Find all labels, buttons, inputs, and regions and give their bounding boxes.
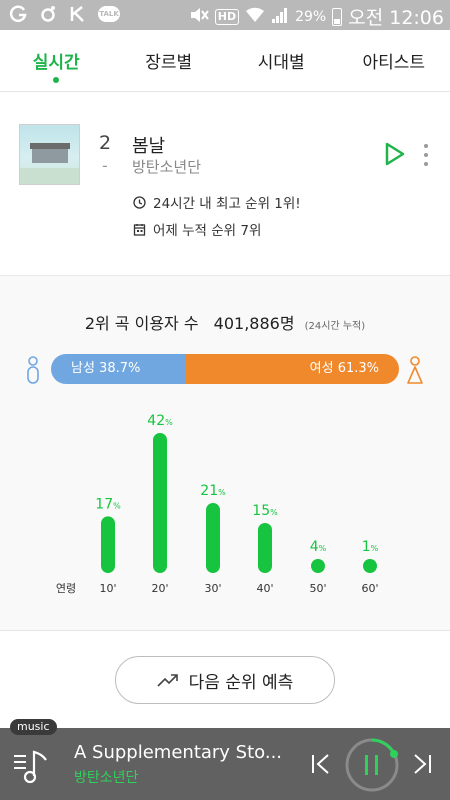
more-options-button[interactable] <box>420 144 432 166</box>
more-dot <box>424 162 428 166</box>
mini-player: A Supplementary Sto... 방탄소년단 <box>0 728 450 800</box>
tab-realtime[interactable]: 실시간 <box>0 30 113 91</box>
album-cover[interactable] <box>19 124 80 185</box>
clock: 오전 12:06 <box>348 7 444 29</box>
kakaotalk-icon: TALK <box>98 6 120 22</box>
male-ratio: 남성 38.7% <box>51 354 186 384</box>
yesterday-rank-text: 어제 누적 순위 7위 <box>153 223 262 239</box>
next-track-icon[interactable] <box>410 752 434 776</box>
age-bar <box>153 433 167 573</box>
age-bar-value: 42% <box>147 413 173 429</box>
age-bar-value: 4% <box>310 539 327 555</box>
play-icon <box>385 142 405 166</box>
predict-label: 다음 순위 예측 <box>188 672 294 693</box>
wifi-icon <box>245 6 265 28</box>
tab-label: 시대별 <box>257 53 305 73</box>
playlist-menu-icon[interactable] <box>12 746 52 786</box>
age-axis-label: 연령 <box>56 582 76 595</box>
male-icon <box>27 356 39 384</box>
age-tick-label: 10' <box>99 582 116 595</box>
age-bar <box>311 559 325 573</box>
age-bar <box>258 523 272 573</box>
age-bar-value: 17% <box>95 496 121 512</box>
music-tag: music <box>10 719 57 735</box>
battery-icon <box>332 7 343 26</box>
active-tab-indicator <box>53 77 60 83</box>
age-bar <box>206 503 220 573</box>
age-chart: 17% 10' 42% 20' 21% 30' 15% 40' 4% 50' 1% 60' 연령 <box>56 413 379 595</box>
battery-percent: 29% <box>295 8 327 25</box>
age-bar <box>101 516 115 573</box>
play-button[interactable] <box>383 141 407 167</box>
tab-label: 아티스트 <box>362 53 426 73</box>
mute-icon <box>189 6 209 28</box>
predict-next-rank-button[interactable]: 다음 순위 예측 <box>115 656 335 704</box>
more-dot <box>424 144 428 148</box>
hd-voice-icon: HD <box>214 8 240 25</box>
age-bar-value: 21% <box>200 483 226 499</box>
more-dot <box>424 153 428 157</box>
song-title[interactable]: 봄날 <box>132 132 165 158</box>
peak-rank-text: 24시간 내 최고 순위 1위! <box>153 196 301 212</box>
listener-stats: 2위 곡 이용자 수 401,886명 (24시간 누적) 남성 38.7% 여… <box>0 276 450 631</box>
age-bar <box>363 559 377 573</box>
tab-genre[interactable]: 장르별 <box>113 30 226 91</box>
song-card: 2 - 봄날 방탄소년단 24시간 내 최고 순위 1위! 어제 누적 순위 7… <box>0 92 450 276</box>
age-tick-label: 50' <box>309 582 326 595</box>
age-bar-value: 1% <box>362 539 379 555</box>
calendar-icon <box>133 223 146 236</box>
yesterday-rank-info: 어제 누적 순위 7위 <box>133 219 261 239</box>
now-playing-title[interactable]: A Supplementary Sto... <box>74 742 282 763</box>
clock-icon <box>133 195 146 209</box>
tab-label: 실시간 <box>32 53 80 73</box>
previous-track-icon[interactable] <box>309 752 333 776</box>
tab-label: 장르별 <box>145 53 193 73</box>
age-tick-label: 30' <box>204 582 221 595</box>
female-ratio: 여성 61.3% <box>185 354 399 384</box>
listener-count-label: 2위 곡 이용자 수 <box>84 314 199 333</box>
album-cover-ground <box>20 168 79 184</box>
pause-button[interactable] <box>344 737 400 793</box>
tab-artist[interactable]: 아티스트 <box>338 30 450 91</box>
chart-tabs: 실시간 장르별 시대별 아티스트 <box>0 30 450 92</box>
peak-rank-info: 24시간 내 최고 순위 1위! <box>133 192 301 212</box>
app-o-icon <box>38 4 58 24</box>
gender-ratio-bar: 남성 38.7% 여성 61.3% <box>51 354 399 384</box>
app-k-icon <box>68 4 88 24</box>
age-tick-label: 60' <box>361 582 378 595</box>
age-tick-label: 20' <box>151 582 168 595</box>
now-playing-artist[interactable]: 방탄소년단 <box>74 767 138 787</box>
rank-change: - <box>102 156 108 175</box>
tab-era[interactable]: 시대별 <box>225 30 338 91</box>
signal-icon <box>271 6 289 28</box>
listener-count-note: (24시간 누적) <box>304 321 366 332</box>
album-cover-bench <box>32 149 68 163</box>
listener-count-headline: 2위 곡 이용자 수 401,886명 (24시간 누적) <box>0 310 450 334</box>
song-rank: 2 <box>99 132 112 154</box>
female-icon <box>407 356 423 384</box>
listener-count-value: 401,886명 <box>213 314 295 333</box>
age-tick-label: 40' <box>256 582 273 595</box>
trend-up-icon <box>157 674 178 687</box>
app-g-icon <box>8 4 28 24</box>
status-bar: TALK HD 29% 오전 12:06 <box>0 0 450 30</box>
age-bar-value: 15% <box>252 503 278 519</box>
song-artist[interactable]: 방탄소년단 <box>132 156 201 177</box>
